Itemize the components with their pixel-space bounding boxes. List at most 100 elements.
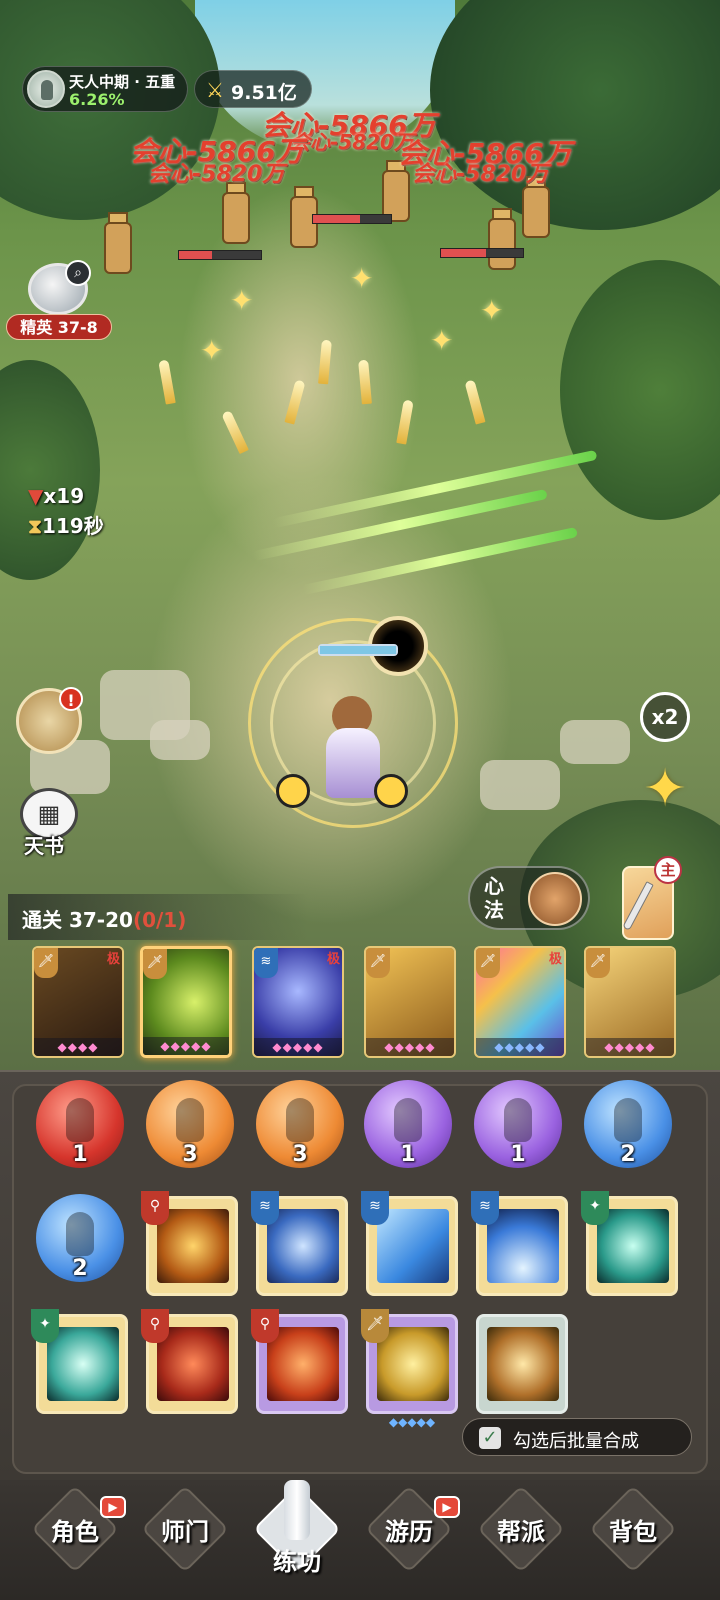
tianshu-label: 天书 [24, 834, 64, 858]
nav-item-backpack[interactable]: 背包 [578, 1485, 688, 1580]
speed-x2-button[interactable]: x2 [640, 692, 690, 742]
skill-card[interactable]: 🗡 极 ◆◆◆◆ [32, 946, 124, 1058]
notification-badge: ! [59, 687, 83, 711]
gem-orange[interactable]: 3 [146, 1080, 234, 1168]
enemy-health-bar [312, 214, 392, 224]
star-rating: ◆◆◆◆◆ [254, 1038, 342, 1056]
realm-badge[interactable]: 天人中期 · 五重 6.26% [22, 66, 188, 112]
flying-sword [284, 379, 306, 425]
nav-item-travel[interactable]: 游历 ▶ [354, 1485, 464, 1580]
skill-item-card[interactable] [476, 1314, 568, 1414]
xinfa-label: 心法 [484, 874, 504, 922]
skill-item-card[interactable]: ⚲ [141, 1191, 238, 1296]
damage-number: 会心-5820万 [412, 162, 549, 187]
nav-item-sect[interactable]: 师门 [130, 1485, 240, 1580]
skill-item-card[interactable]: ⚲ [251, 1309, 348, 1414]
clear-progress: (0/1) [132, 908, 187, 932]
main-weapon-card[interactable]: 主 [622, 856, 682, 940]
skill-card[interactable]: 🗡 ◆◆◆◆◆ [140, 946, 232, 1058]
damage-number: 会心-5820万 [290, 130, 414, 154]
demon-icon: ▼ [28, 484, 44, 508]
batch-merge-toggle[interactable]: ✓ 勾选后批量合成 [462, 1418, 692, 1456]
flying-sword [158, 359, 176, 405]
reward-bag-button[interactable]: ! [16, 687, 83, 754]
wave-icon: ≋ [254, 948, 278, 978]
clear-objective: 通关 37-20(0/1) [8, 894, 308, 940]
orbit-ball [374, 774, 408, 808]
path-stone [480, 760, 560, 810]
flying-sword [358, 359, 372, 405]
skill-item-card[interactable]: ≋ [361, 1191, 458, 1296]
nav-label: 师门 [161, 1518, 209, 1546]
tianshu-button[interactable]: ▦ 天书 [16, 788, 82, 858]
flying-sword [221, 409, 249, 455]
gem-purple[interactable]: 1 [364, 1080, 452, 1168]
rank-label: 极 [106, 952, 120, 967]
combat-power-badge[interactable]: ⚔ 9.51亿 [194, 70, 312, 108]
skill-item-card[interactable]: ≋ [471, 1191, 568, 1296]
gem-orange[interactable]: 3 [256, 1080, 344, 1168]
time-left: ⧗119秒 [28, 514, 104, 538]
meditation-icon: ⚲ [251, 1309, 279, 1343]
nav-item-character[interactable]: 角色 ▶ [20, 1485, 130, 1580]
flying-sword [464, 379, 486, 425]
main-badge: 主 [654, 856, 682, 884]
realm-progress: 6.26% [69, 90, 125, 109]
gem-blue[interactable]: 2 [584, 1080, 672, 1168]
star-skill-button[interactable]: ✦ [636, 760, 694, 818]
nav-item-training[interactable]: 练功 [242, 1480, 352, 1580]
star-rating: ◆◆◆◆◆ [143, 1037, 229, 1055]
skill-item-card[interactable]: ✦ [31, 1309, 128, 1414]
skill-item-card[interactable]: ≋ [251, 1191, 348, 1296]
tree-right [430, 0, 720, 230]
skill-card[interactable]: 🗡 极 ◆◆◆◆◆ [474, 946, 566, 1058]
skill-item-card[interactable]: ⚲ [141, 1309, 238, 1414]
wave-icon: ≋ [471, 1191, 499, 1225]
elite-boss-avatar[interactable]: ⌕ [28, 260, 91, 315]
star-rating: ◆◆◆◆◆ [388, 1415, 436, 1429]
flying-sword [318, 339, 332, 385]
meditation-icon: ⚲ [141, 1191, 169, 1225]
path-stone [560, 720, 630, 764]
skill-card[interactable]: 🗡 ◆◆◆◆◆ [584, 946, 676, 1058]
xinfa-orb-icon [528, 872, 582, 926]
xinfa-button[interactable]: 心法 [468, 866, 590, 930]
flying-sword [396, 399, 414, 445]
kill-count: ▼x19 [28, 484, 85, 508]
sword-icon: 🗡 [586, 948, 610, 978]
enemy-puppet[interactable] [96, 212, 140, 282]
leaf-icon: ✦ [31, 1309, 59, 1343]
sword-icon: 🗡 [34, 948, 58, 978]
magnifier-icon: ⌕ [65, 260, 91, 286]
training-post-icon [284, 1480, 310, 1540]
leaf-icon: ✦ [581, 1191, 609, 1225]
gem-blue[interactable]: 2 [36, 1194, 124, 1282]
path-stone [150, 720, 210, 760]
skill-item-card[interactable]: ✦ [581, 1191, 678, 1296]
gem-red[interactable]: 1 [36, 1080, 124, 1168]
nav-item-guild[interactable]: 帮派 [466, 1485, 576, 1580]
gem-purple[interactable]: 1 [474, 1080, 562, 1168]
enemy-puppet[interactable] [214, 182, 258, 252]
star-rating: ◆◆◆◆ [34, 1038, 122, 1056]
realm-name: 天人中期 · 五重 [69, 73, 176, 91]
skill-card[interactable]: 🗡 ◆◆◆◆◆ [364, 946, 456, 1058]
skill-card[interactable]: ≋ 极 ◆◆◆◆◆ [252, 946, 344, 1058]
combat-power-value: 9.51亿 [231, 82, 297, 104]
hit-spark: ✦ [430, 324, 454, 357]
hit-spark: ✦ [480, 294, 504, 327]
nav-label: 帮派 [497, 1518, 545, 1546]
skill-item-card[interactable]: 🗡 ◆◆◆◆◆ [361, 1309, 458, 1429]
meditation-icon: ⚲ [141, 1309, 169, 1343]
stage-tag[interactable]: 精英 37-8 [6, 314, 112, 340]
checkbox[interactable]: ✓ [479, 1427, 501, 1449]
clear-label: 通关 37-20 [22, 908, 133, 932]
equipped-skill-strip: 🗡 极 ◆◆◆◆ 🗡 ◆◆◆◆◆ ≋ 极 ◆◆◆◆◆ 🗡 ◆◆◆◆◆ 🗡 极 ◆… [0, 940, 720, 1080]
wave-icon: ≋ [361, 1191, 389, 1225]
enemy-health-bar [440, 248, 524, 258]
wave-icon: ≋ [251, 1191, 279, 1225]
nav-label: 练功 [273, 1548, 321, 1576]
sword-icon: 🗡 [476, 948, 500, 978]
nav-label: 背包 [609, 1518, 657, 1546]
rank-label: 极 [326, 952, 340, 967]
